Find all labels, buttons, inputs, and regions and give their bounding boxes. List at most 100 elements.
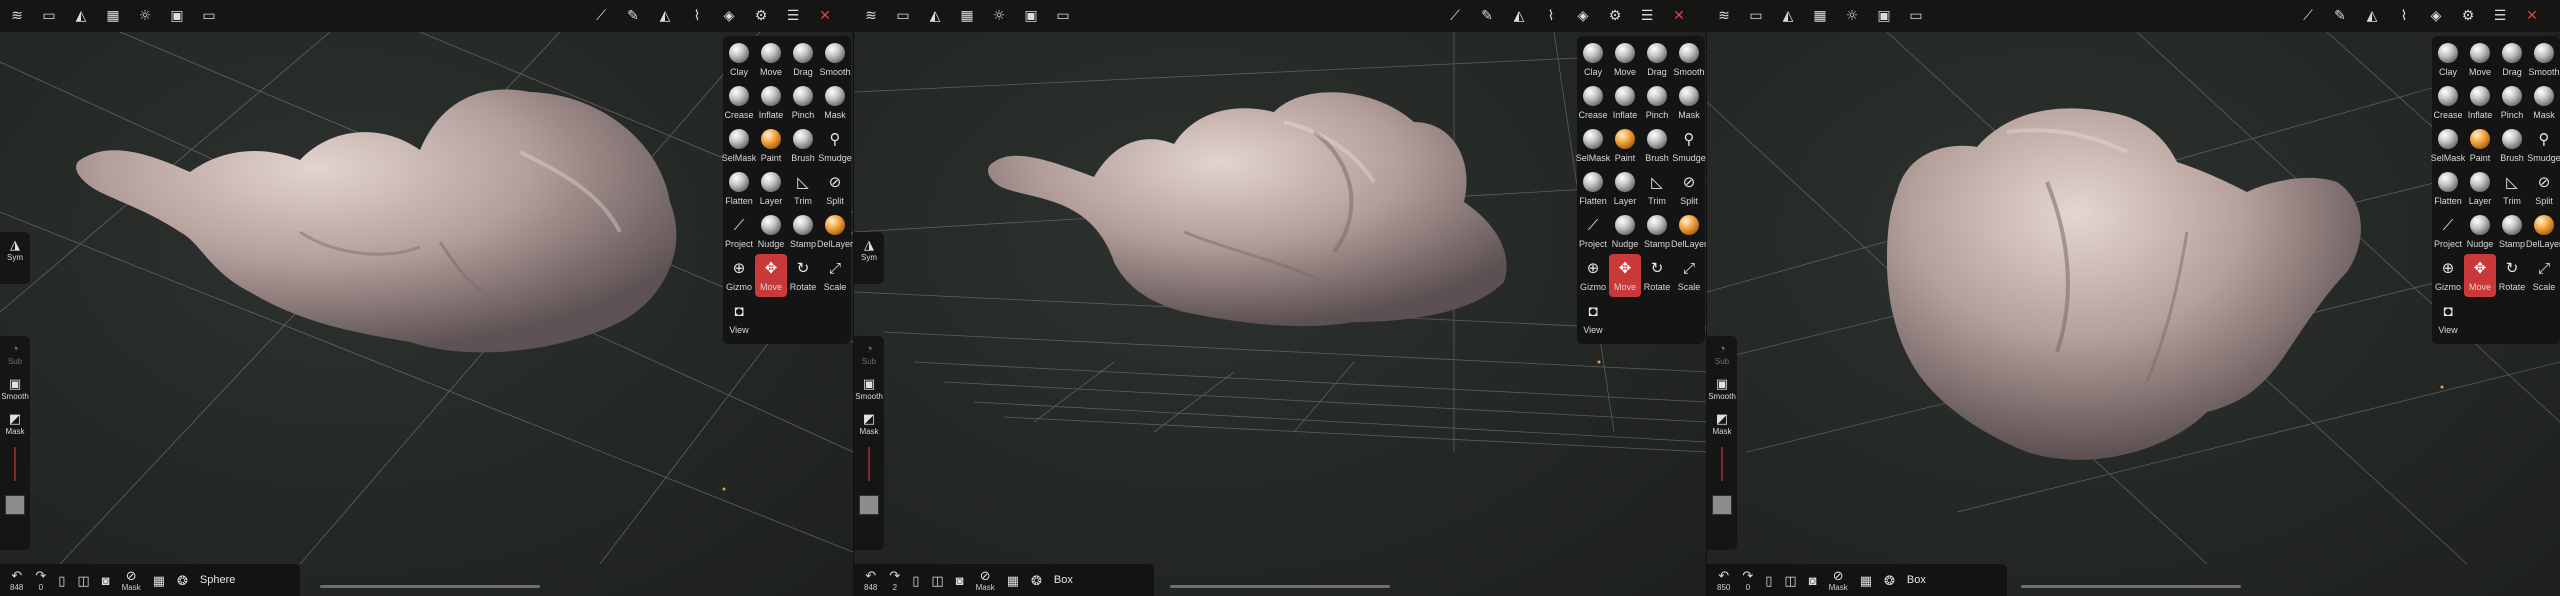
smudge-icon[interactable]: ⌇ [2393,6,2415,26]
tool-scale[interactable]: ⤢ Scale [1673,254,1705,297]
tool-clay[interactable]: Clay [723,39,755,82]
tool-inflate[interactable]: Inflate [755,82,787,125]
tool-pinch[interactable]: Pinch [2496,82,2528,125]
tool-clay[interactable]: Clay [2432,39,2464,82]
phone-button[interactable]: ▯ [1765,573,1772,588]
tool-mask[interactable]: Mask [1673,82,1705,125]
grid-toggle-button[interactable]: ▦ [153,573,165,588]
tool-mask[interactable]: Mask [819,82,851,125]
sub-button[interactable]: ◔ Sub [862,341,876,366]
image-icon[interactable]: ▣ [1020,6,1042,26]
tool-split[interactable]: ⊘ Split [2528,168,2560,211]
layers-icon[interactable]: ◈ [718,6,740,26]
tool-scale[interactable]: ⤢ Scale [819,254,851,297]
grid-icon[interactable]: ▦ [102,6,124,26]
tool-view[interactable]: ◘ View [2432,297,2464,340]
tool-view[interactable]: ◘ View [723,297,755,340]
tool-trim[interactable]: ◺ Trim [2496,168,2528,211]
sub-button[interactable]: ◔ Sub [1715,341,1729,366]
sliders-icon[interactable]: ☰ [2489,6,2511,26]
tools-crossed-icon[interactable]: ✕ [2521,6,2543,26]
tool-selmask[interactable]: SelMask [722,125,756,168]
tool-trim[interactable]: ◺ Trim [1641,168,1673,211]
tool-paint[interactable]: Paint [755,125,787,168]
tool-selmask[interactable]: SelMask [2431,125,2465,168]
folder-icon[interactable]: ▭ [892,6,914,26]
folder-icon[interactable]: ▭ [38,6,60,26]
radius-slider[interactable] [1721,447,1723,481]
primitive-icon-button[interactable]: ❂ [1884,573,1895,588]
tool-inflate[interactable]: Inflate [2464,82,2496,125]
tool-view[interactable]: ◘ View [1577,297,1609,340]
redo-button[interactable]: ↷ 0 [35,568,46,592]
tool-pinch[interactable]: Pinch [1641,82,1673,125]
tool-dellayer[interactable]: DelLayer [1671,211,1707,254]
primitive-label[interactable]: Box [1054,574,1073,586]
sun-icon[interactable]: ☼ [1841,6,1863,26]
sub-button[interactable]: ◔ Sub [8,341,22,366]
tool-smooth[interactable]: Smooth [819,39,851,82]
tool-move-transform[interactable]: ✥ Move [2464,254,2496,297]
tool-nudge[interactable]: Nudge [2464,211,2496,254]
smooth-button[interactable]: ▣ Smooth [1,376,29,401]
sun-icon[interactable]: ☼ [988,6,1010,26]
tool-split[interactable]: ⊘ Split [819,168,851,211]
tool-flatten[interactable]: Flatten [2432,168,2464,211]
tool-brush[interactable]: Brush [1641,125,1673,168]
sym-wand-icon[interactable]: ⟋ [2297,6,2319,26]
scene-icon[interactable]: ◭ [1777,6,1799,26]
frame-button[interactable]: ◫ [931,573,943,588]
menu-icon[interactable]: ≋ [1713,6,1735,26]
primitive-icon-button[interactable]: ❂ [177,573,188,588]
tool-flatten[interactable]: Flatten [1577,168,1609,211]
brush-pen-icon[interactable]: ✎ [1476,6,1498,26]
tool-stamp[interactable]: Stamp [787,211,819,254]
camera-button[interactable]: ◙ [102,573,110,588]
tool-brush[interactable]: Brush [2496,125,2528,168]
tool-trim[interactable]: ◺ Trim [787,168,819,211]
camera-video-icon[interactable]: ▭ [1905,6,1927,26]
mask-visibility-button[interactable]: ⊘ Mask [1829,568,1848,592]
brush-pen-icon[interactable]: ✎ [2329,6,2351,26]
tool-smudge[interactable]: ⚲ Smudge [1672,125,1706,168]
redo-button[interactable]: ↷ 2 [889,568,900,592]
tool-gizmo[interactable]: ⊕ Gizmo [723,254,755,297]
sym-button[interactable]: ◮ Sym [7,237,23,262]
image-icon[interactable]: ▣ [166,6,188,26]
tool-mask[interactable]: Mask [2528,82,2560,125]
camera-video-icon[interactable]: ▭ [198,6,220,26]
radius-slider[interactable] [14,447,16,481]
tool-rotate[interactable]: ↻ Rotate [787,254,819,297]
primitive-icon-button[interactable]: ❂ [1031,573,1042,588]
smudge-icon[interactable]: ⌇ [1540,6,1562,26]
tool-smudge[interactable]: ⚲ Smudge [818,125,852,168]
tool-dellayer[interactable]: DelLayer [2526,211,2560,254]
scene-icon[interactable]: ◭ [70,6,92,26]
tool-pinch[interactable]: Pinch [787,82,819,125]
tool-split[interactable]: ⊘ Split [1673,168,1705,211]
menu-icon[interactable]: ≋ [6,6,28,26]
tool-dellayer[interactable]: DelLayer [817,211,853,254]
mask-button[interactable]: ◩ Mask [859,411,878,436]
color-swatch[interactable] [859,495,879,515]
layers-icon[interactable]: ◈ [1572,6,1594,26]
camera-button[interactable]: ◙ [1809,573,1817,588]
mask-button[interactable]: ◩ Mask [1712,411,1731,436]
camera-button[interactable]: ◙ [956,573,964,588]
tool-rotate[interactable]: ↻ Rotate [1641,254,1673,297]
sliders-icon[interactable]: ☰ [782,6,804,26]
tool-nudge[interactable]: Nudge [1609,211,1641,254]
scene-icon[interactable]: ◭ [924,6,946,26]
tools-crossed-icon[interactable]: ✕ [1668,6,1690,26]
tool-move-transform[interactable]: ✥ Move [1609,254,1641,297]
tool-brush[interactable]: Brush [787,125,819,168]
tool-move-transform[interactable]: ✥ Move [755,254,787,297]
undo-button[interactable]: ↶ 848 [864,568,877,592]
tool-project[interactable]: ⟋ Project [723,211,755,254]
frame-button[interactable]: ◫ [77,573,89,588]
smooth-button[interactable]: ▣ Smooth [1708,376,1736,401]
redo-button[interactable]: ↷ 0 [1742,568,1753,592]
tool-paint[interactable]: Paint [2464,125,2496,168]
tool-gizmo[interactable]: ⊕ Gizmo [1577,254,1609,297]
phone-button[interactable]: ▯ [912,573,919,588]
